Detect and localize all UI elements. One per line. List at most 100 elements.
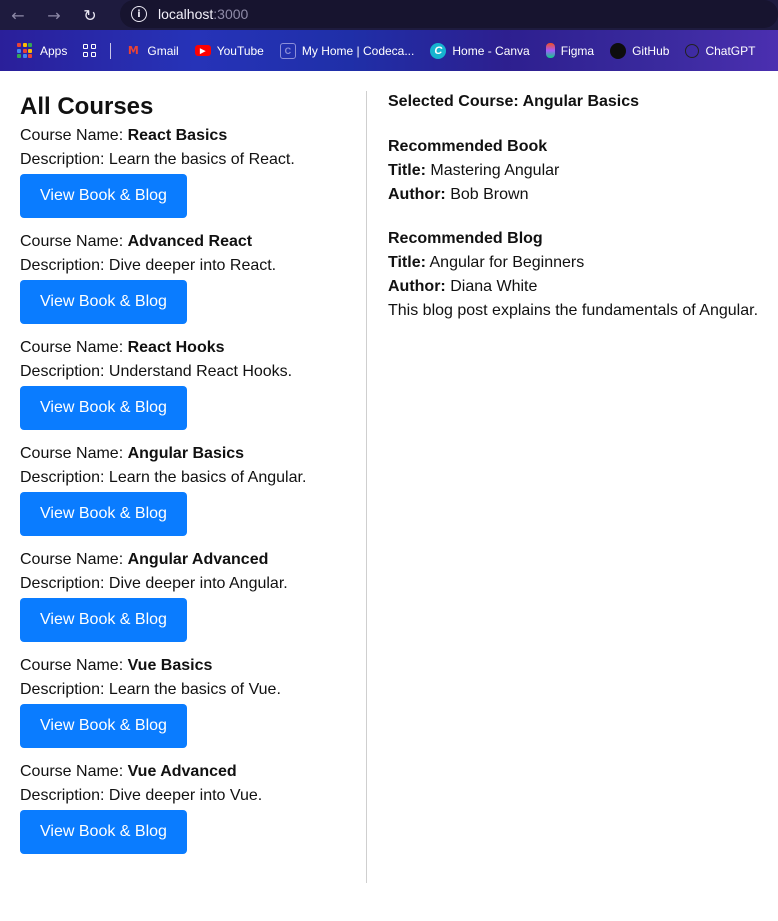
bookmark-label: YouTube bbox=[216, 43, 264, 58]
course-name-prefix: Course Name: bbox=[20, 445, 128, 462]
blog-author: Diana White bbox=[450, 278, 538, 295]
book-author-line: Author: Bob Brown bbox=[388, 183, 773, 207]
course-name: Vue Basics bbox=[127, 657, 213, 674]
course-name: Advanced React bbox=[127, 233, 253, 250]
course-name: Vue Advanced bbox=[127, 763, 237, 780]
bookmark-label: GitHub bbox=[632, 43, 670, 58]
view-book-blog-button[interactable]: View Book & Blog bbox=[20, 704, 187, 748]
course-description: Dive deeper into Angular. bbox=[108, 575, 288, 592]
column-divider bbox=[366, 91, 367, 883]
course-description-prefix: Description: bbox=[20, 681, 109, 698]
recommended-book-heading: Recommended Book bbox=[388, 138, 548, 155]
apps-grid-icon bbox=[17, 43, 32, 58]
canva-icon: C bbox=[430, 42, 447, 59]
forward-arrow-icon[interactable]: → bbox=[36, 0, 72, 30]
book-author-label: Author: bbox=[388, 186, 446, 203]
courses-panel: All Courses Course Name: React Basics Des… bbox=[20, 93, 360, 866]
course-name: React Basics bbox=[127, 127, 228, 144]
view-book-blog-button[interactable]: View Book & Blog bbox=[20, 810, 187, 854]
blog-title-label: Title: bbox=[388, 254, 426, 271]
course-list: Course Name: React Basics Description: Le… bbox=[20, 124, 360, 854]
blog-author-label: Author: bbox=[388, 278, 446, 295]
book-author: Bob Brown bbox=[450, 186, 529, 203]
bookmark-separator bbox=[110, 42, 112, 59]
chatgpt-icon bbox=[685, 43, 700, 58]
gmail-icon: M bbox=[127, 44, 139, 57]
course-description-line: Description: Learn the basics of Vue. bbox=[20, 678, 360, 702]
course-name-line: Course Name: React Hooks bbox=[20, 336, 360, 360]
github-icon bbox=[610, 42, 627, 59]
codecademy-icon: C bbox=[279, 42, 296, 59]
bookmarks-bar: Apps M Gmail ▶ YouTube C My Home | Codec… bbox=[0, 30, 778, 71]
back-arrow-icon[interactable]: ← bbox=[0, 0, 36, 30]
course-description-prefix: Description: bbox=[20, 363, 109, 380]
course-description-prefix: Description: bbox=[20, 787, 109, 804]
info-icon[interactable]: i bbox=[131, 6, 147, 22]
course-item: Course Name: Angular Basics Description: … bbox=[20, 442, 360, 536]
view-book-blog-button[interactable]: View Book & Blog bbox=[20, 280, 187, 324]
course-description-line: Description: Learn the basics of React. bbox=[20, 148, 360, 172]
url-host: localhost bbox=[158, 6, 214, 22]
bookmark-figma[interactable]: Figma bbox=[545, 43, 594, 58]
bookmark-codecademy[interactable]: C My Home | Codeca... bbox=[279, 42, 415, 59]
bookmark-gmail[interactable]: M Gmail bbox=[125, 43, 179, 59]
course-description: Learn the basics of Vue. bbox=[108, 681, 281, 698]
course-item: Course Name: Vue Basics Description: Lear… bbox=[20, 654, 360, 748]
course-description-line: Description: Dive deeper into Angular. bbox=[20, 572, 360, 596]
youtube-icon: ▶ bbox=[194, 45, 211, 56]
course-name: Angular Basics bbox=[127, 445, 245, 462]
tab-groups-icon[interactable] bbox=[83, 44, 97, 57]
course-name-prefix: Course Name: bbox=[20, 339, 128, 356]
figma-icon bbox=[545, 43, 555, 58]
bookmark-youtube[interactable]: ▶ YouTube bbox=[194, 43, 264, 58]
course-description-prefix: Description: bbox=[20, 469, 109, 486]
bookmark-label: My Home | Codeca... bbox=[301, 43, 415, 58]
course-name-line: Course Name: Angular Advanced bbox=[20, 548, 360, 572]
course-description: Dive deeper into Vue. bbox=[108, 787, 263, 804]
course-description-line: Description: Dive deeper into React. bbox=[20, 254, 360, 278]
url-port: :3000 bbox=[213, 6, 249, 22]
course-description: Understand React Hooks. bbox=[108, 363, 293, 380]
course-name-prefix: Course Name: bbox=[20, 763, 128, 780]
recommended-blog-section: Recommended Blog Title: Angular for Begi… bbox=[388, 227, 773, 323]
details-panel: Selected Course: Angular Basics Recommen… bbox=[388, 91, 773, 343]
address-bar[interactable]: i localhost:3000 bbox=[120, 0, 778, 28]
selected-course-heading: Selected Course: Angular Basics bbox=[388, 91, 773, 113]
view-book-blog-button[interactable]: View Book & Blog bbox=[20, 386, 187, 430]
view-book-blog-button[interactable]: View Book & Blog bbox=[20, 492, 187, 536]
bookmark-chatgpt[interactable]: ChatGPT bbox=[685, 43, 756, 58]
selected-course-label: Selected Course: bbox=[388, 93, 523, 110]
course-item: Course Name: Advanced React Description: … bbox=[20, 230, 360, 324]
page-content: All Courses Course Name: React Basics Des… bbox=[0, 71, 778, 921]
recommended-blog-heading: Recommended Blog bbox=[388, 230, 543, 247]
course-name: React Hooks bbox=[127, 339, 225, 356]
course-description: Learn the basics of Angular. bbox=[108, 469, 307, 486]
browser-toolbar: ← → ↻ i localhost:3000 bbox=[0, 0, 778, 30]
bookmark-apps[interactable]: Apps bbox=[17, 43, 67, 58]
book-title-label: Title: bbox=[388, 162, 426, 179]
bookmark-github[interactable]: GitHub bbox=[610, 42, 670, 59]
course-name: Angular Advanced bbox=[127, 551, 269, 568]
blog-author-line: Author: Diana White bbox=[388, 275, 773, 299]
course-name-line: Course Name: Vue Advanced bbox=[20, 760, 360, 784]
blog-summary: This blog post explains the fundamentals… bbox=[388, 302, 759, 319]
course-item: Course Name: Vue Advanced Description: Di… bbox=[20, 760, 360, 854]
reload-icon[interactable]: ↻ bbox=[72, 0, 108, 30]
bookmark-label: Home - Canva bbox=[452, 43, 530, 58]
selected-course-name: Angular Basics bbox=[522, 93, 640, 110]
course-description-prefix: Description: bbox=[20, 575, 109, 592]
view-book-blog-button[interactable]: View Book & Blog bbox=[20, 174, 187, 218]
course-name-line: Course Name: Vue Basics bbox=[20, 654, 360, 678]
course-item: Course Name: React Basics Description: Le… bbox=[20, 124, 360, 218]
page-title: All Courses bbox=[20, 93, 154, 120]
course-name-prefix: Course Name: bbox=[20, 657, 128, 674]
bookmark-label: ChatGPT bbox=[705, 43, 756, 58]
course-description-prefix: Description: bbox=[20, 257, 109, 274]
bookmark-canva[interactable]: C Home - Canva bbox=[430, 42, 530, 59]
course-name-line: Course Name: Advanced React bbox=[20, 230, 360, 254]
view-book-blog-button[interactable]: View Book & Blog bbox=[20, 598, 187, 642]
course-description-line: Description: Understand React Hooks. bbox=[20, 360, 360, 384]
course-name-line: Course Name: Angular Basics bbox=[20, 442, 360, 466]
bookmark-label: Gmail bbox=[147, 43, 179, 58]
course-name-line: Course Name: React Basics bbox=[20, 124, 360, 148]
